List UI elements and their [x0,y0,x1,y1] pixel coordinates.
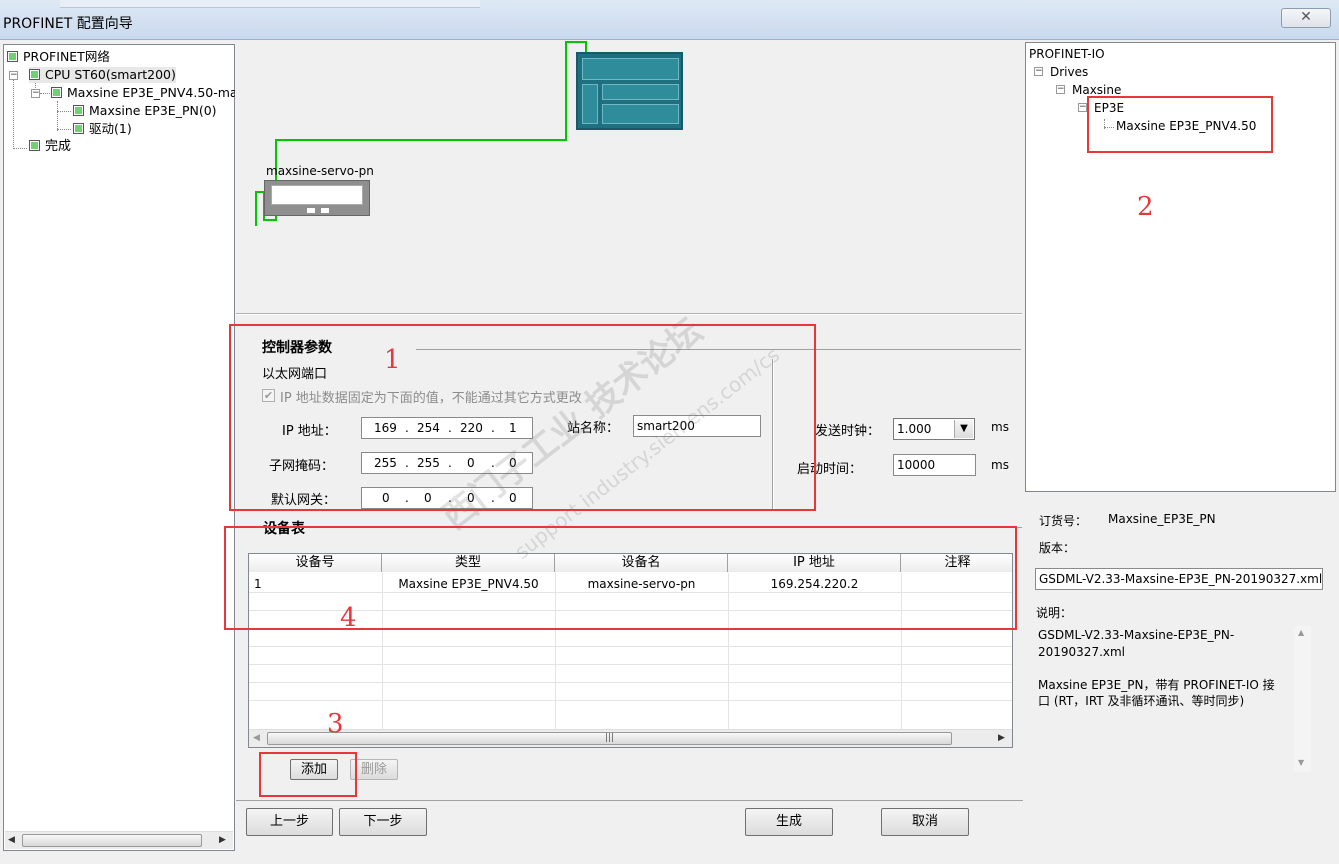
tree-item-module-1[interactable]: 驱动(1) [73,121,132,137]
collapse-icon[interactable]: − [1056,85,1065,94]
prev-button[interactable]: 上一步 [246,808,333,836]
annotation-number-4: 4 [340,603,357,633]
send-clock-label: 发送时钟： [815,424,881,439]
background-toolbar [60,0,480,8]
chevron-down-icon[interactable]: ▼ [954,420,973,438]
annotation-box-2 [1087,96,1273,153]
annotation-box-1 [229,324,816,511]
cancel-button[interactable]: 取消 [881,808,969,836]
send-clock-unit: ms [991,420,1009,434]
tree-item-device[interactable]: Maxsine EP3E_PNV4.50-maxs [51,85,235,101]
description-line: 20190327.xml [1038,645,1126,659]
order-number-label: 订货号： [1039,514,1088,528]
next-button[interactable]: 下一步 [339,808,427,836]
scroll-thumb[interactable]: ||| [267,732,952,745]
status-icon [51,87,62,98]
tree-item-done[interactable]: 完成 [29,139,71,155]
catalog-root[interactable]: PROFINET-IO [1029,46,1105,62]
left-tree-hscrollbar[interactable]: ◀ ▶ [5,831,233,849]
description-line: 口 (RT，IRT 及非循环通讯、等时同步) [1038,694,1245,708]
table-hscrollbar[interactable]: ◀ ||| ▶ [249,729,1012,747]
scroll-left-icon[interactable]: ◀ [253,733,260,743]
close-button[interactable]: ✕ [1281,8,1331,28]
scroll-up-icon[interactable]: ▲ [1298,628,1304,637]
annotation-number-3: 3 [327,709,344,739]
generate-button[interactable]: 生成 [745,808,833,836]
collapse-icon[interactable]: − [31,89,40,98]
left-tree-panel: − − PROFINET网络 CPU ST60(smart200) Maxsin… [3,44,235,851]
status-icon [29,140,40,151]
window-title: PROFINET 配置向导 [3,16,133,32]
version-field[interactable]: GSDML-V2.33-Maxsine-EP3E_PN-20190327.xml [1035,568,1323,590]
delete-button[interactable]: 删除 [350,759,398,780]
tree-item-module-0[interactable]: Maxsine EP3E_PN(0) [73,103,217,119]
version-label: 版本： [1039,541,1076,555]
description-line: Maxsine EP3E_PN，带有 PROFINET-IO 接 [1038,678,1275,692]
tree-item-cpu[interactable]: CPU ST60(smart200) [29,67,176,83]
description-vscrollbar[interactable]: ▲ ▼ [1294,626,1311,772]
scroll-thumb[interactable] [22,834,202,847]
status-icon [29,69,40,80]
status-icon [7,51,18,62]
scroll-left-icon[interactable]: ◀ [8,835,15,845]
description-label: 说明： [1036,606,1073,620]
description-box: GSDML-V2.33-Maxsine-EP3E_PN- 20190327.xm… [1035,626,1313,774]
tree-item-profinet-network[interactable]: PROFINET网络 [7,49,110,65]
plc-device-icon[interactable] [576,52,683,130]
startup-time-unit: ms [991,458,1009,472]
status-icon [73,123,84,134]
startup-time-input[interactable]: 10000 [893,454,976,476]
send-clock-select[interactable]: 1.000 ▼ [893,418,975,440]
catalog-item-drives[interactable]: Drives [1050,64,1088,80]
collapse-icon[interactable]: − [1034,67,1043,76]
annotation-number-1: 1 [384,345,401,375]
network-view: maxsine-servo-pn [236,40,1022,314]
order-number-value: Maxsine_EP3E_PN [1108,512,1216,526]
scroll-right-icon[interactable]: ▶ [219,835,226,845]
status-icon [73,105,84,116]
annotation-box-3 [259,752,357,797]
annotation-number-2: 2 [1137,192,1154,222]
device-label: maxsine-servo-pn [266,164,374,178]
scroll-right-icon[interactable]: ▶ [998,733,1005,743]
description-line: GSDML-V2.33-Maxsine-EP3E_PN- [1038,628,1235,642]
collapse-icon[interactable]: − [9,71,18,80]
servo-device-icon[interactable] [264,180,370,216]
scroll-down-icon[interactable]: ▼ [1298,758,1304,767]
collapse-icon[interactable]: − [1078,103,1087,112]
title-bar: PROFINET 配置向导 ✕ [0,0,1339,40]
